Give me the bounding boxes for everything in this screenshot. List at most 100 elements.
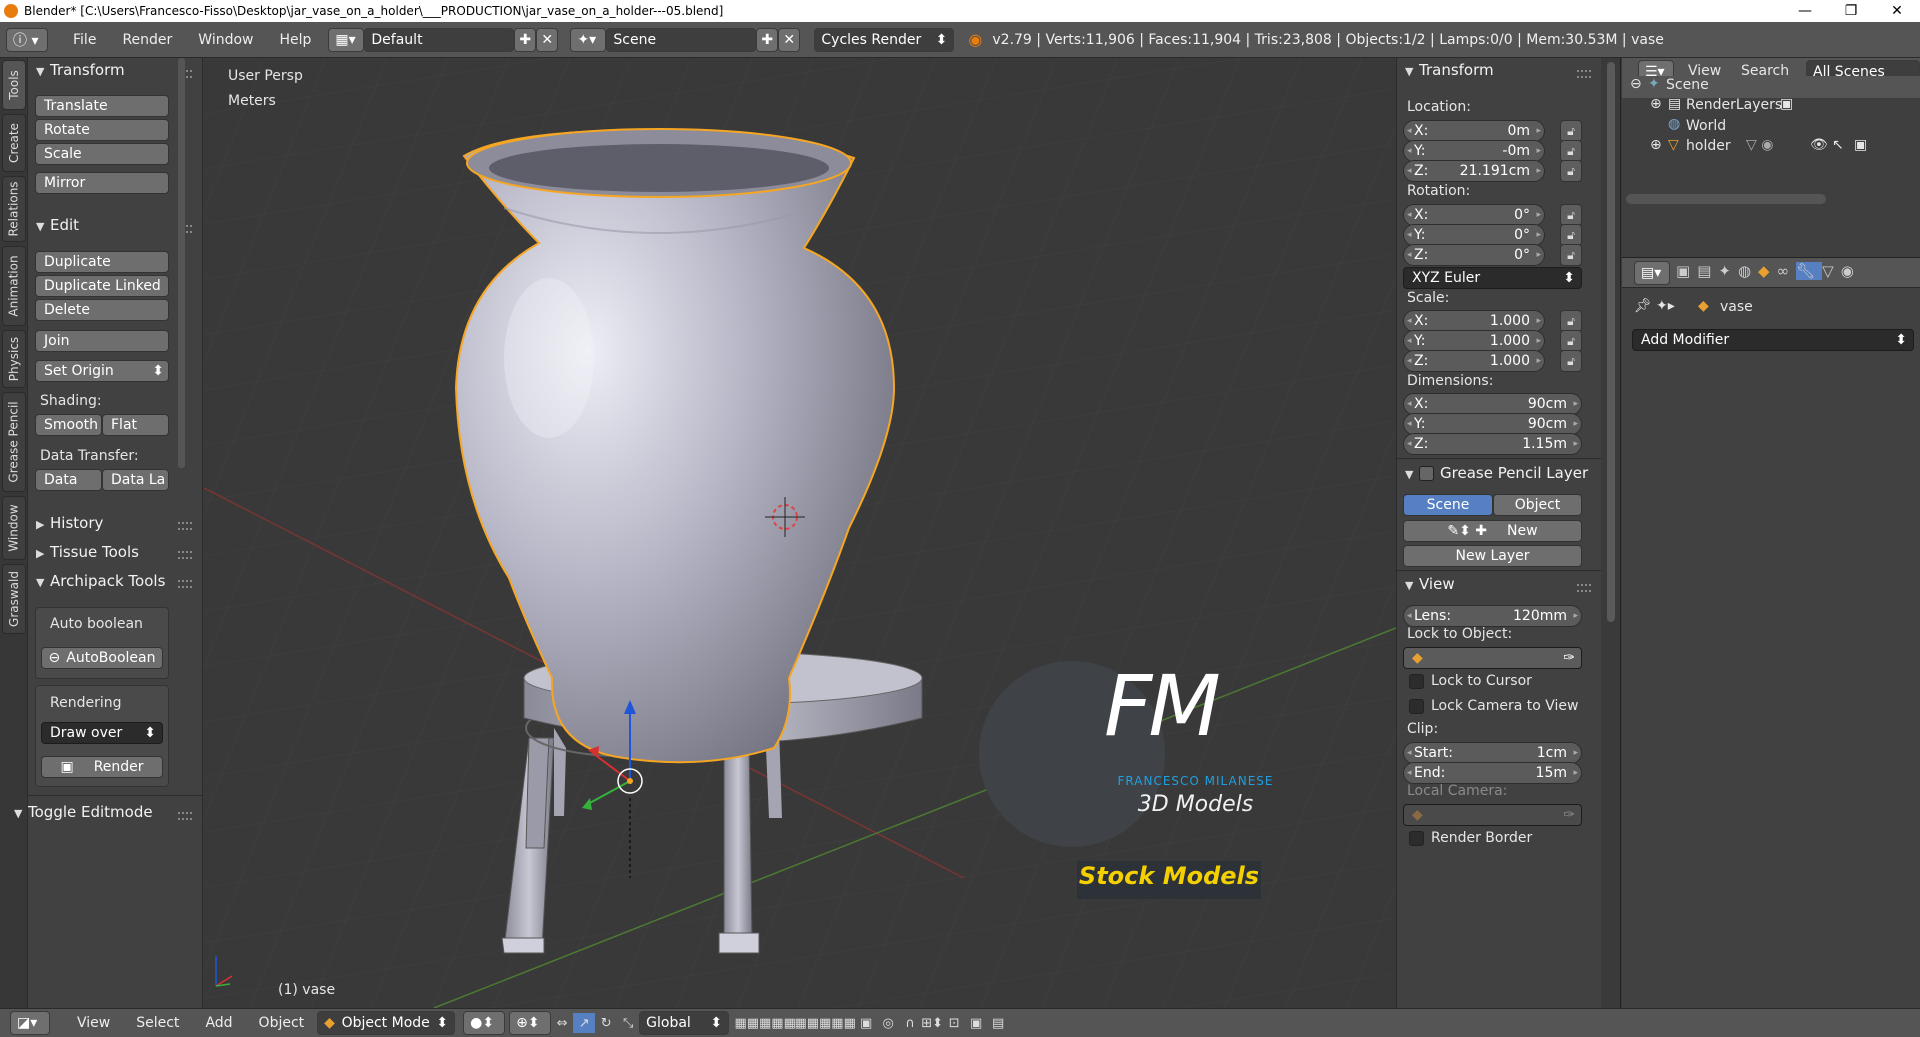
menu-file[interactable]: File bbox=[60, 32, 109, 48]
expand-icon[interactable]: ⊕ bbox=[1650, 137, 1662, 153]
history-panel-header[interactable]: ▶ History bbox=[36, 514, 103, 532]
scrollbar-thumb[interactable] bbox=[1607, 62, 1615, 622]
modifier-tab-icon[interactable]: 🔧︎ bbox=[1796, 262, 1823, 280]
gp-new-button[interactable]: ✎⬍ ✚ New bbox=[1403, 520, 1582, 542]
panel-grip[interactable] bbox=[178, 580, 192, 588]
clip-end-field[interactable]: End:15m bbox=[1403, 762, 1582, 784]
lock-layers-icon[interactable]: ▣ bbox=[855, 1013, 877, 1033]
add-modifier-select[interactable]: Add Modifier ⬍ bbox=[1632, 329, 1914, 351]
data-layout-button[interactable]: Data La bbox=[102, 469, 169, 491]
menu-help[interactable]: Help bbox=[266, 32, 324, 48]
manipulator-toggle-icon[interactable]: ⇔ bbox=[551, 1013, 573, 1033]
outliner-holder-label[interactable]: holder bbox=[1686, 138, 1731, 154]
render-button[interactable]: ▣ Render bbox=[41, 756, 163, 778]
magnet-snap-icon[interactable]: ∩ bbox=[899, 1013, 921, 1033]
panel-grip[interactable] bbox=[178, 522, 192, 530]
screen-layout-button[interactable]: ▦▾ bbox=[328, 27, 365, 52]
rotate-manipulator-icon[interactable]: ↻ bbox=[595, 1013, 617, 1033]
menu-select[interactable]: Select bbox=[123, 1015, 192, 1031]
add-layout-button[interactable]: ✚ bbox=[514, 27, 537, 52]
tab-animation[interactable]: Animation bbox=[2, 246, 26, 326]
data-transfer-button[interactable]: Data bbox=[35, 469, 102, 491]
panel-grip[interactable] bbox=[178, 812, 192, 820]
rotation-x-field[interactable]: X:0° bbox=[1403, 204, 1545, 226]
tissue-tools-panel-header[interactable]: ▶ Tissue Tools bbox=[36, 543, 139, 561]
minimize-button[interactable]: — bbox=[1782, 3, 1828, 19]
lock-icon[interactable]: 🔓︎ bbox=[1560, 224, 1582, 246]
panel-grip[interactable] bbox=[1577, 584, 1591, 592]
remove-layout-button[interactable]: ✕ bbox=[536, 27, 559, 52]
opengl-animation-icon[interactable]: ▤ bbox=[987, 1013, 1009, 1033]
transform-panel-header[interactable]: ▼ Transform bbox=[36, 61, 125, 79]
visibility-eye-icon[interactable]: 👁︎ bbox=[1810, 137, 1828, 153]
render-camera-icon[interactable]: ▣ bbox=[1854, 137, 1867, 153]
collapse-icon[interactable]: ⊖ bbox=[1630, 76, 1642, 92]
outliner-hscrollbar[interactable] bbox=[1626, 194, 1826, 204]
scale-x-field[interactable]: X:1.000 bbox=[1403, 310, 1545, 332]
scale-y-field[interactable]: Y:1.000 bbox=[1403, 330, 1545, 352]
editor-type-button[interactable]: ⓘ ▾ bbox=[6, 27, 48, 52]
transform-panel-header[interactable]: ▼ Transform bbox=[1405, 61, 1494, 79]
lock-icon[interactable]: 🔓︎ bbox=[1560, 310, 1582, 332]
tab-create[interactable]: Create bbox=[2, 114, 26, 172]
menu-render[interactable]: Render bbox=[109, 32, 185, 48]
material-tab-icon[interactable]: ◉ bbox=[1841, 262, 1861, 280]
lock-icon[interactable]: 🔓︎ bbox=[1560, 244, 1582, 266]
view3d-editor-type-button[interactable]: ◪▾ bbox=[10, 1011, 50, 1035]
scale-z-field[interactable]: Z:1.000 bbox=[1403, 350, 1545, 372]
lock-icon[interactable]: 🔓︎ bbox=[1560, 160, 1582, 182]
duplicate-linked-button[interactable]: Duplicate Linked bbox=[35, 275, 169, 297]
lock-icon[interactable]: 🔓︎ bbox=[1560, 350, 1582, 372]
lens-field[interactable]: Lens:120mm bbox=[1403, 605, 1582, 627]
menu-object[interactable]: Object bbox=[246, 1015, 318, 1031]
outliner-scene-label[interactable]: Scene bbox=[1666, 77, 1709, 93]
translate-button[interactable]: Translate bbox=[35, 95, 169, 117]
3d-viewport[interactable]: User Persp Meters (1) vase FM FRANCESCO … bbox=[204, 58, 1396, 1008]
constraints-tab-icon[interactable]: ∞ bbox=[1777, 262, 1797, 280]
scale-manipulator-icon[interactable]: ⤡ bbox=[617, 1013, 639, 1033]
mode-select[interactable]: ◆ Object Mode ⬍ bbox=[317, 1011, 456, 1035]
dimension-y-field[interactable]: Y:90cm bbox=[1403, 413, 1582, 435]
grease-pencil-layer-header[interactable]: ▼ Grease Pencil Layer bbox=[1405, 464, 1590, 482]
draw-over-select[interactable]: Draw over ⬍ bbox=[41, 722, 163, 744]
render-engine-select[interactable]: Cycles Render ⬍ bbox=[814, 27, 955, 52]
archipack-panel-header[interactable]: ▼ Archipack Tools bbox=[36, 572, 171, 590]
scale-button[interactable]: Scale bbox=[35, 143, 169, 165]
grease-pencil-checkbox[interactable] bbox=[1419, 466, 1434, 481]
opengl-render-icon[interactable]: ▣ bbox=[965, 1013, 987, 1033]
panel-grip[interactable] bbox=[1577, 70, 1591, 78]
menu-view[interactable]: View bbox=[64, 1015, 123, 1031]
eyedropper-icon[interactable]: ✑ bbox=[1563, 650, 1575, 666]
pin-icon[interactable]: 📌︎ bbox=[1634, 298, 1652, 314]
join-button[interactable]: Join bbox=[35, 330, 169, 352]
layout-name-field[interactable]: Default bbox=[364, 27, 515, 52]
select-cursor-icon[interactable]: ↖ bbox=[1832, 137, 1844, 153]
properties-region-scrollbar[interactable] bbox=[1601, 58, 1621, 1008]
outliner-renderlayers-label[interactable]: RenderLayers bbox=[1686, 97, 1782, 113]
layers-tab-icon[interactable]: ▤ bbox=[1697, 262, 1718, 280]
context-tabs[interactable]: ▣▤✦◍◆∞🔧︎▽◉ bbox=[1676, 262, 1861, 280]
duplicate-button[interactable]: Duplicate bbox=[35, 251, 169, 273]
location-y-field[interactable]: Y:-0m bbox=[1403, 140, 1545, 162]
rotation-z-field[interactable]: Z:0° bbox=[1403, 244, 1545, 266]
layers-grid-icon[interactable]: ▦▦▦▦▦ bbox=[794, 1013, 855, 1033]
toolshelf-scrollbar[interactable] bbox=[178, 58, 185, 468]
tab-grease-pencil[interactable]: Grease Pencil bbox=[2, 392, 26, 492]
gp-scene-toggle[interactable]: Scene bbox=[1403, 494, 1493, 516]
toggle-editmode-header[interactable]: ▼ Toggle Editmode bbox=[14, 803, 153, 821]
outliner-world-label[interactable]: World bbox=[1686, 118, 1726, 134]
scene-name-field[interactable]: Scene bbox=[606, 27, 757, 52]
render-tab-icon[interactable]: ▣ bbox=[1676, 262, 1697, 280]
snap-target-icon[interactable]: ⊡ bbox=[943, 1013, 965, 1033]
set-origin-select[interactable]: Set Origin ⬍ bbox=[35, 360, 169, 382]
tab-tools[interactable]: Tools bbox=[2, 60, 26, 110]
tab-relations[interactable]: Relations bbox=[2, 176, 26, 242]
mirror-button[interactable]: Mirror bbox=[35, 172, 169, 194]
lock-to-object-field[interactable]: ◆ ✑ bbox=[1403, 647, 1582, 669]
gp-new-layer-button[interactable]: New Layer bbox=[1403, 545, 1582, 567]
lock-camera-checkbox[interactable] bbox=[1409, 699, 1424, 714]
properties-editor-type-button[interactable]: ▤▾ bbox=[1634, 261, 1670, 285]
scene-tab-icon[interactable]: ✦ bbox=[1718, 262, 1738, 280]
tab-graswald[interactable]: Graswald bbox=[2, 564, 26, 634]
flat-button[interactable]: Flat bbox=[102, 414, 169, 436]
